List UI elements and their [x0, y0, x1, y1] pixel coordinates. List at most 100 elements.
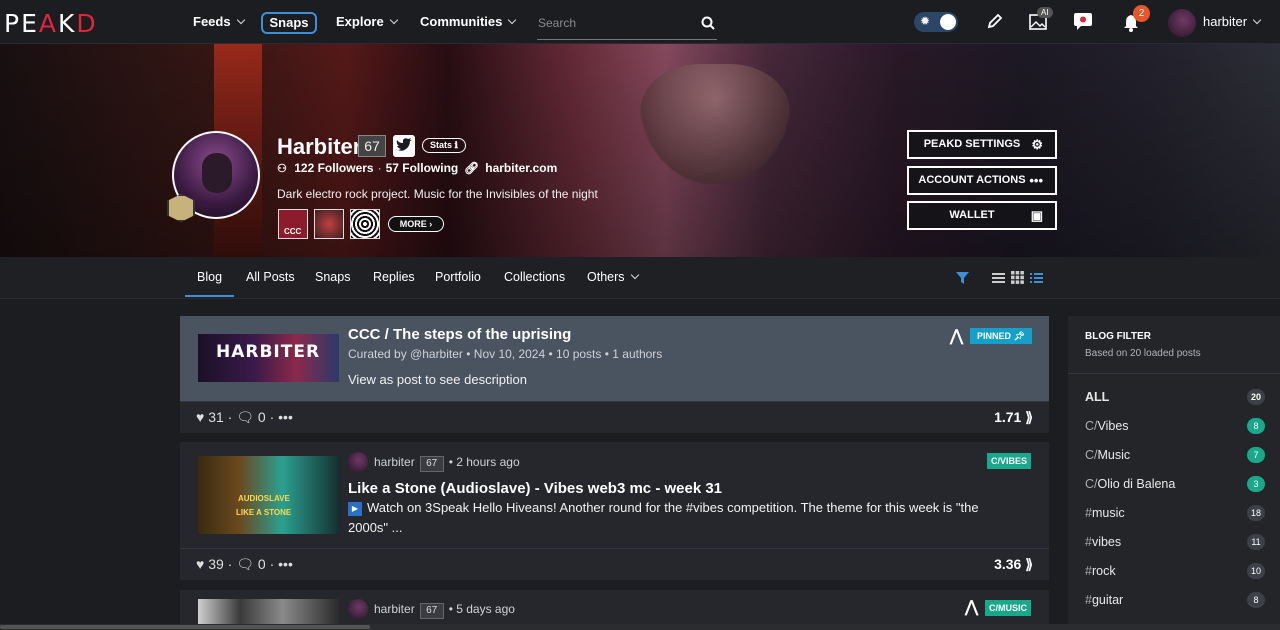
like-count: 31 [208, 409, 224, 425]
post-time: 2 hours ago [456, 455, 520, 469]
pencil-icon[interactable] [986, 12, 1004, 30]
chevron-down-icon [236, 15, 245, 25]
logo-text-d: D [76, 9, 98, 38]
community-tag[interactable]: C/VIBES [987, 453, 1032, 469]
author-avatar[interactable] [348, 452, 368, 472]
follow-stats: ⚇ 122 Followers · 57 Following [277, 161, 458, 175]
filter-icon[interactable] [956, 272, 969, 284]
toggle-knob [940, 14, 956, 30]
nav-communities[interactable]: Communities [420, 14, 517, 29]
more-communities-button[interactable]: MORE › [388, 216, 444, 232]
filter-count: 11 [1247, 534, 1265, 550]
horizontal-scrollbar[interactable] [0, 624, 1280, 630]
followers-count[interactable]: 122 Followers [294, 161, 373, 175]
tab-collections[interactable]: Collections [504, 270, 565, 284]
filter-row-all[interactable]: ALL 20 [1085, 389, 1265, 405]
community-ccc-icon[interactable]: CCC [278, 209, 308, 239]
user-menu[interactable]: harbiter [1203, 14, 1262, 29]
grid-view-icon[interactable] [1011, 271, 1024, 284]
comment-icon[interactable]: 🗨︎ [236, 409, 254, 425]
twitter-icon[interactable] [393, 135, 415, 157]
notification-count-badge: 2 [1133, 5, 1150, 22]
tab-portfolio[interactable]: Portfolio [435, 270, 481, 284]
search-icon[interactable] [701, 16, 715, 30]
community-badge-icon[interactable] [314, 209, 344, 239]
profile-name: Harbiter [277, 134, 362, 159]
peakd-mark-icon: ⋀ [950, 328, 964, 345]
top-navbar: PEAKD Feeds Snaps Explore Communities ✹ … [0, 0, 1280, 44]
filter-row-music[interactable]: C/Music 7 [1085, 447, 1265, 463]
tab-others[interactable]: Others [587, 270, 639, 284]
heart-icon[interactable]: ♥ [196, 409, 204, 425]
account-actions-button[interactable]: ACCOUNT ACTIONS ••• [907, 166, 1057, 195]
blog-filter-panel: BLOG FILTER Based on 20 loaded posts ALL… [1068, 316, 1280, 630]
nav-feeds[interactable]: Feeds [193, 14, 245, 29]
post-footer: ♥ 31 · 🗨︎ 0 · ••• 1.71 ⟫ [180, 401, 1049, 433]
ai-badge: AI [1037, 7, 1053, 18]
comment-icon[interactable]: 🗨︎ [236, 556, 254, 572]
tab-snaps[interactable]: Snaps [315, 270, 350, 284]
tab-all-posts[interactable]: All Posts [246, 270, 295, 284]
wallet-button[interactable]: WALLET ▣ [907, 201, 1057, 230]
tab-blog[interactable]: Blog [185, 270, 235, 297]
compact-view-icon[interactable] [1030, 272, 1043, 284]
post-card-pinned: HARBITER CCC / The steps of the uprising… [180, 316, 1049, 433]
post-description[interactable]: ▶ Watch on 3Speak Hello Hiveans! Another … [348, 498, 1008, 538]
post-payout[interactable]: 1.71 ⟫ [994, 409, 1033, 426]
peakd-logo[interactable]: PEAKD [4, 9, 98, 38]
post-thumbnail[interactable]: AUDIOSLAVE LIKE A STONE [198, 456, 339, 534]
post-title[interactable]: Like a Stone (Audioslave) - Vibes web3 m… [348, 480, 722, 497]
ellipsis-icon[interactable]: ••• [278, 556, 293, 572]
list-view-icon[interactable] [992, 272, 1005, 284]
profile-tab-bar: Blog All Posts Snaps Replies Portfolio C… [0, 257, 1280, 299]
heart-icon[interactable]: ♥ [196, 556, 204, 572]
blog-filter-title: BLOG FILTER [1085, 331, 1151, 342]
user-avatar[interactable] [1168, 9, 1196, 37]
author-name[interactable]: harbiter [374, 455, 415, 469]
divider [1068, 373, 1280, 374]
following-count[interactable]: 57 Following [386, 161, 459, 175]
filter-count: 8 [1247, 592, 1265, 608]
filter-count: 7 [1247, 447, 1265, 463]
filter-row-tag-guitar[interactable]: #guitar 8 [1085, 592, 1265, 608]
chevron-down-icon [630, 270, 639, 280]
post-payout[interactable]: 3.36 ⟫ [994, 556, 1033, 573]
website-link[interactable]: 🔗︎ harbiter.com [464, 161, 557, 175]
nav-snaps-button[interactable]: Snaps [261, 12, 317, 34]
profile-bio: Dark electro rock project. Music for the… [277, 187, 598, 201]
community-tag[interactable]: C/MUSIC [985, 600, 1031, 616]
search-input[interactable] [537, 10, 687, 36]
followers-icon: ⚇ [277, 163, 287, 175]
nav-explore[interactable]: Explore [336, 14, 398, 29]
filter-count: 10 [1247, 563, 1265, 579]
filter-row-tag-music[interactable]: #music 18 [1085, 505, 1265, 521]
filter-row-tag-vibes[interactable]: #vibes 11 [1085, 534, 1265, 550]
post-meta: Curated by @harbiter • Nov 10, 2024 • 10… [348, 347, 663, 361]
filter-row-vibes[interactable]: C/Vibes 8 [1085, 418, 1265, 434]
scrollbar-thumb[interactable] [0, 625, 370, 629]
author-reputation: 67 [419, 603, 444, 619]
thumbnail-text: AUDIOSLAVE [238, 494, 290, 503]
filter-row-tag-rock[interactable]: #rock 10 [1085, 563, 1265, 579]
search-box [537, 10, 717, 40]
post-title[interactable]: CCC / The steps of the uprising [348, 326, 571, 343]
author-name[interactable]: harbiter [374, 602, 415, 616]
filter-row-olio-di-balena[interactable]: C/Olio di Balena 3 [1085, 476, 1265, 492]
thumbnail-text: HARBITER [216, 342, 321, 362]
tab-replies[interactable]: Replies [373, 270, 415, 284]
author-avatar[interactable] [348, 599, 368, 619]
reputation-badge: 67 [358, 135, 386, 157]
community-wave-icon[interactable] [350, 209, 380, 239]
peakd-settings-button[interactable]: PEAKD SETTINGS ⚙ [907, 130, 1057, 159]
avatar-face [202, 153, 232, 193]
stats-button[interactable]: Stats ℹ [422, 138, 466, 153]
post-thumbnail[interactable]: HARBITER [198, 334, 339, 382]
post-description[interactable]: View as post to see description [348, 370, 1008, 390]
post-time: 5 days ago [456, 602, 515, 616]
ellipsis-icon[interactable]: ••• [278, 409, 293, 425]
gear-icon: ⚙ [1031, 137, 1043, 152]
chevron-down-icon [1252, 15, 1262, 25]
filter-count: 20 [1247, 389, 1265, 405]
theme-toggle[interactable]: ✹ [914, 12, 958, 32]
chat-icon[interactable] [1072, 12, 1094, 32]
